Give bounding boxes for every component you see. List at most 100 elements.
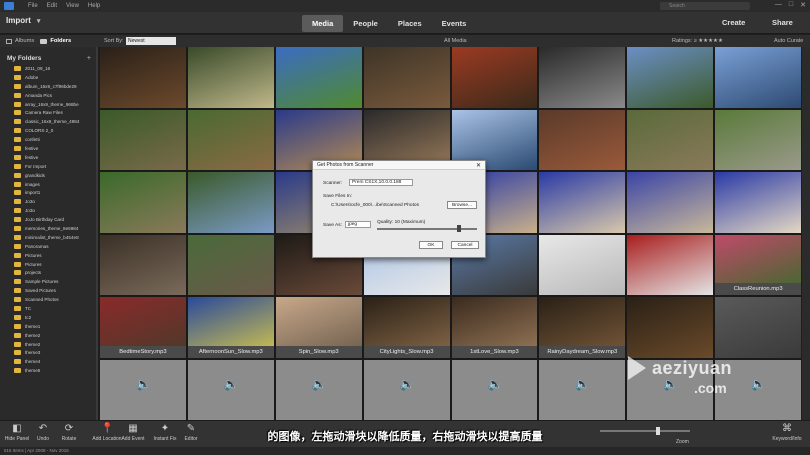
folder-item[interactable]: theme4 xyxy=(0,357,97,366)
folder-item[interactable]: Adobe xyxy=(0,73,97,82)
photo-thumbnail[interactable]: AfternoonSun_Slow.mp3 xyxy=(187,297,274,358)
add-folder-icon[interactable]: + xyxy=(87,55,91,62)
folder-item[interactable]: memories_theme_8e5984 xyxy=(0,224,97,233)
folder-item[interactable]: For Import xyxy=(0,162,97,171)
tab-events[interactable]: Events xyxy=(432,15,477,32)
folder-item[interactable]: 2011_09_16 xyxy=(0,64,97,73)
menu-file[interactable]: File xyxy=(28,3,38,9)
photo-thumbnail[interactable] xyxy=(451,47,538,108)
folder-item[interactable]: theme2 xyxy=(0,331,97,340)
search-input[interactable]: Search xyxy=(660,2,750,10)
folder-item[interactable]: tc2 xyxy=(0,313,97,322)
photo-thumbnail[interactable] xyxy=(100,109,186,170)
folder-item[interactable]: Camera Raw Files xyxy=(0,108,97,117)
menu-view[interactable]: View xyxy=(66,3,79,9)
menu-edit[interactable]: Edit xyxy=(47,3,57,9)
folder-item[interactable]: Jo3o xyxy=(0,197,97,206)
folder-item[interactable]: Scanned Photos xyxy=(0,295,97,304)
scanner-select[interactable]: Prem CS1X,10.0.0.188 xyxy=(349,179,413,186)
quality-slider[interactable] xyxy=(377,225,477,232)
photo-thumbnail[interactable] xyxy=(187,109,274,170)
photo-thumbnail[interactable]: RainyDaydream_Slow.mp3 xyxy=(539,297,626,358)
create-button[interactable]: Create xyxy=(722,18,745,27)
folder-item[interactable]: Saved Pictures xyxy=(0,286,97,295)
photo-thumbnail[interactable] xyxy=(539,234,626,295)
share-button[interactable]: Share xyxy=(772,18,793,27)
auto-curate-checkbox[interactable]: Auto Curate xyxy=(774,38,803,44)
audio-thumbnail[interactable]: 🔈 xyxy=(363,359,450,420)
sort-select[interactable]: Newest xyxy=(126,37,176,45)
photo-thumbnail[interactable] xyxy=(627,234,714,295)
ok-button[interactable]: OK xyxy=(419,241,443,249)
photo-thumbnail[interactable]: 1stLove_Slow.mp3 xyxy=(451,297,538,358)
folder-item[interactable]: grandkids xyxy=(0,171,97,180)
photo-thumbnail[interactable] xyxy=(627,47,714,108)
photo-thumbnail[interactable] xyxy=(187,47,274,108)
photo-thumbnail[interactable] xyxy=(627,172,714,233)
audio-thumbnail[interactable]: 🔈 xyxy=(187,359,274,420)
photo-thumbnail[interactable] xyxy=(187,172,274,233)
folder-item[interactable]: Pictures xyxy=(0,260,97,269)
photo-thumbnail[interactable]: CityLights_Slow.mp3 xyxy=(363,297,450,358)
photo-thumbnail[interactable] xyxy=(539,172,626,233)
folder-item[interactable]: theme3 xyxy=(0,349,97,358)
photo-thumbnail[interactable] xyxy=(627,297,714,358)
folder-item[interactable]: album_16x9_c7f96bde29 xyxy=(0,82,97,91)
audio-thumbnail[interactable]: 🔈 xyxy=(539,359,626,420)
photo-thumbnail[interactable] xyxy=(100,172,186,233)
folders-toggle[interactable]: Folders xyxy=(34,38,71,44)
folder-item[interactable]: Panoramas xyxy=(0,242,97,251)
photo-thumbnail[interactable] xyxy=(715,109,801,170)
maximize-button[interactable]: □ xyxy=(789,1,793,9)
sidebar-scrollbar[interactable] xyxy=(96,47,98,420)
folder-item[interactable]: minimalist_theme_b454e8 xyxy=(0,233,97,242)
dialog-close-icon[interactable]: ✕ xyxy=(476,162,481,169)
photo-thumbnail[interactable]: BedtimeStory.mp3 xyxy=(100,297,186,358)
tab-places[interactable]: Places xyxy=(388,15,432,32)
folder-item[interactable]: festive xyxy=(0,153,97,162)
folder-item[interactable]: Amanda Pics xyxy=(0,91,97,100)
folder-item[interactable]: theme2 xyxy=(0,340,97,349)
folder-item[interactable]: JoJo Birthday Card xyxy=(0,215,97,224)
photo-thumbnail[interactable] xyxy=(539,109,626,170)
browse-button[interactable]: Browse... xyxy=(447,201,477,209)
folder-item[interactable]: TC xyxy=(0,304,97,313)
cancel-button[interactable]: Cancel xyxy=(451,241,479,249)
save-as-select[interactable]: jpeg xyxy=(345,221,371,228)
import-button[interactable]: Import ▾ xyxy=(6,16,40,25)
audio-thumbnail[interactable]: 🔈 xyxy=(275,359,362,420)
folder-item[interactable]: Sample Pictures xyxy=(0,277,97,286)
folder-item[interactable]: Jo3o xyxy=(0,206,97,215)
photo-thumbnail[interactable] xyxy=(187,234,274,295)
folder-item[interactable]: confetti xyxy=(0,135,97,144)
audio-thumbnail[interactable]: 🔈 xyxy=(451,359,538,420)
quality-slider-knob[interactable] xyxy=(457,225,461,232)
photo-thumbnail[interactable] xyxy=(100,234,186,295)
folder-item[interactable]: COLORS 2_0 xyxy=(0,126,97,135)
photo-thumbnail[interactable] xyxy=(100,47,186,108)
folder-item[interactable]: theme5 xyxy=(0,366,97,375)
folder-item[interactable]: classic_16x9_theme_4884 xyxy=(0,117,97,126)
folder-item[interactable]: array_16x9_theme_968be xyxy=(0,100,97,109)
tab-media[interactable]: Media xyxy=(302,15,344,32)
minimize-button[interactable]: — xyxy=(775,1,782,9)
photo-thumbnail[interactable]: Spin_Slow.mp3 xyxy=(275,297,362,358)
photo-thumbnail[interactable] xyxy=(715,172,801,233)
photo-thumbnail[interactable] xyxy=(715,297,801,358)
albums-toggle[interactable]: Albums xyxy=(0,38,34,44)
folder-item[interactable]: Pictures xyxy=(0,251,97,260)
folder-item[interactable]: theme1 xyxy=(0,322,97,331)
photo-thumbnail[interactable] xyxy=(715,47,801,108)
menu-help[interactable]: Help xyxy=(88,3,100,9)
photo-thumbnail[interactable] xyxy=(627,109,714,170)
folder-item[interactable]: import1 xyxy=(0,188,97,197)
grid-scrollbar[interactable] xyxy=(802,47,810,420)
folder-item[interactable]: festive xyxy=(0,144,97,153)
folder-item[interactable]: images xyxy=(0,180,97,189)
ratings-filter[interactable]: Ratings: ≥ ★★★★★ xyxy=(672,38,723,44)
close-button[interactable]: ✕ xyxy=(800,1,806,9)
audio-thumbnail[interactable]: 🔈 xyxy=(100,359,186,420)
photo-thumbnail[interactable] xyxy=(539,47,626,108)
folder-item[interactable]: projects xyxy=(0,268,97,277)
photo-thumbnail[interactable] xyxy=(275,47,362,108)
